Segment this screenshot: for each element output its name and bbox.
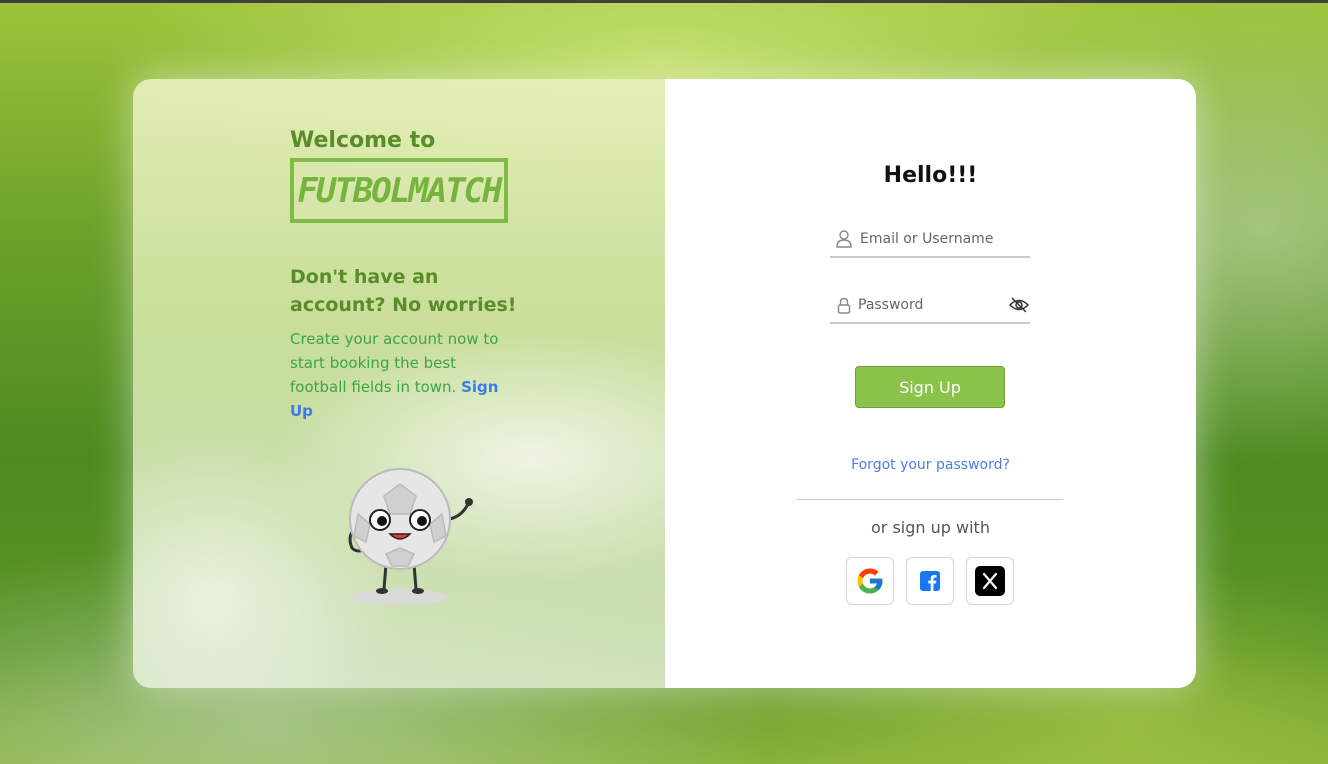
x-button[interactable] [966,557,1014,605]
lock-icon [834,295,854,315]
promo-heading: Don't have an account? No worries! [290,266,517,316]
user-icon [834,229,854,249]
password-input[interactable] [858,297,1008,313]
promo-description: Create your account now to start booking… [290,327,510,423]
welcome-text: Welcome to [290,128,436,153]
soccer-ball-mascot [348,468,473,605]
futbolmatch-logo: FUTBOLMATCH [290,158,508,223]
facebook-button[interactable] [906,557,954,605]
x-icon [975,566,1005,596]
greeting-heading: Hello!!! [883,163,978,188]
email-input[interactable] [860,231,1030,247]
email-field [830,222,1030,258]
login-panel: Hello!!! Sign Up Forgot your password? o… [665,79,1196,688]
sign-up-button[interactable]: Sign Up [855,366,1005,408]
facebook-icon [920,571,940,591]
auth-card: Welcome to FUTBOLMATCH Don't have an acc… [133,79,1196,688]
google-icon [857,568,883,594]
password-field [830,288,1030,324]
social-buttons [846,557,1014,605]
alt-signup-text: or sign up with [871,518,990,537]
divider [797,499,1063,500]
window-top-border [0,0,1328,3]
hide-password-icon[interactable] [1008,295,1030,315]
forgot-password-link[interactable]: Forgot your password? [665,457,1196,473]
google-button[interactable] [846,557,894,605]
promo-panel: Welcome to FUTBOLMATCH Don't have an acc… [133,79,665,688]
